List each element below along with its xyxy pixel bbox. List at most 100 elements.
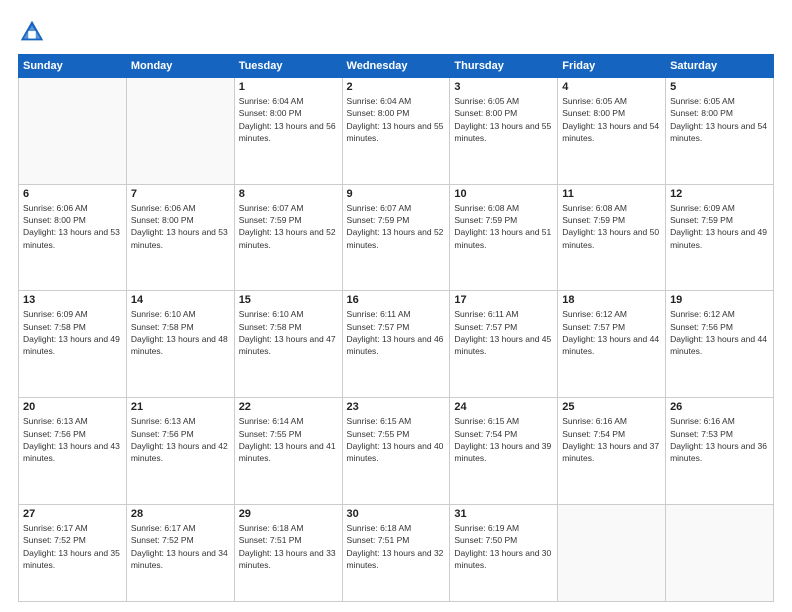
calendar-table: Sunday Monday Tuesday Wednesday Thursday… [18, 54, 774, 602]
day-info: Sunrise: 6:12 AMSunset: 7:57 PMDaylight:… [562, 308, 661, 357]
day-number: 28 [131, 508, 230, 520]
day-number: 2 [347, 81, 446, 93]
day-number: 26 [670, 401, 769, 413]
logo-icon [18, 18, 46, 46]
day-info: Sunrise: 6:15 AMSunset: 7:55 PMDaylight:… [347, 415, 446, 464]
header-thursday: Thursday [450, 55, 558, 78]
day-info: Sunrise: 6:13 AMSunset: 7:56 PMDaylight:… [23, 415, 122, 464]
day-number: 3 [454, 81, 553, 93]
day-cell: 27 Sunrise: 6:17 AMSunset: 7:52 PMDayligh… [19, 504, 127, 601]
header-sunday: Sunday [19, 55, 127, 78]
day-number: 15 [239, 294, 338, 306]
weekday-header-row: Sunday Monday Tuesday Wednesday Thursday… [19, 55, 774, 78]
logo [18, 18, 50, 46]
day-number: 10 [454, 188, 553, 200]
day-cell: 24 Sunrise: 6:15 AMSunset: 7:54 PMDayligh… [450, 398, 558, 505]
day-number: 18 [562, 294, 661, 306]
day-number: 21 [131, 401, 230, 413]
day-info: Sunrise: 6:09 AMSunset: 7:59 PMDaylight:… [670, 202, 769, 251]
day-cell: 21 Sunrise: 6:13 AMSunset: 7:56 PMDayligh… [126, 398, 234, 505]
day-cell: 5Sunrise: 6:05 AMSunset: 8:00 PMDaylight… [666, 78, 774, 185]
header [18, 18, 774, 46]
day-number: 29 [239, 508, 338, 520]
week-row-5: 27 Sunrise: 6:17 AMSunset: 7:52 PMDayligh… [19, 504, 774, 601]
day-cell: 10 Sunrise: 6:08 AMSunset: 7:59 PMDayligh… [450, 184, 558, 291]
week-row-4: 20 Sunrise: 6:13 AMSunset: 7:56 PMDayligh… [19, 398, 774, 505]
day-info: Sunrise: 6:07 AMSunset: 7:59 PMDaylight:… [239, 202, 338, 251]
day-cell: 8 Sunrise: 6:07 AMSunset: 7:59 PMDaylight… [234, 184, 342, 291]
day-cell: 29 Sunrise: 6:18 AMSunset: 7:51 PMDayligh… [234, 504, 342, 601]
day-info: Sunrise: 6:18 AMSunset: 7:51 PMDaylight:… [239, 522, 338, 571]
day-info: Sunrise: 6:05 AMSunset: 8:00 PMDaylight:… [670, 95, 769, 144]
day-cell: 18 Sunrise: 6:12 AMSunset: 7:57 PMDayligh… [558, 291, 666, 398]
day-number: 24 [454, 401, 553, 413]
day-cell [19, 78, 127, 185]
header-tuesday: Tuesday [234, 55, 342, 78]
day-info: Sunrise: 6:11 AMSunset: 7:57 PMDaylight:… [454, 308, 553, 357]
day-cell: 26 Sunrise: 6:16 AMSunset: 7:53 PMDayligh… [666, 398, 774, 505]
day-cell: 3 Sunrise: 6:05 AMSunset: 8:00 PMDaylight… [450, 78, 558, 185]
day-number: 9 [347, 188, 446, 200]
day-number: 11 [562, 188, 661, 200]
day-info: Sunrise: 6:10 AMSunset: 7:58 PMDaylight:… [131, 308, 230, 357]
day-number: 27 [23, 508, 122, 520]
week-row-3: 13 Sunrise: 6:09 AMSunset: 7:58 PMDayligh… [19, 291, 774, 398]
header-wednesday: Wednesday [342, 55, 450, 78]
day-info: Sunrise: 6:17 AMSunset: 7:52 PMDaylight:… [131, 522, 230, 571]
week-row-2: 6 Sunrise: 6:06 AMSunset: 8:00 PMDaylight… [19, 184, 774, 291]
header-friday: Friday [558, 55, 666, 78]
day-info: Sunrise: 6:08 AMSunset: 7:59 PMDaylight:… [562, 202, 661, 251]
day-cell: 1 Sunrise: 6:04 AMSunset: 8:00 PMDaylight… [234, 78, 342, 185]
day-info: Sunrise: 6:16 AMSunset: 7:53 PMDaylight:… [670, 415, 769, 464]
day-cell: 28 Sunrise: 6:17 AMSunset: 7:52 PMDayligh… [126, 504, 234, 601]
day-number: 22 [239, 401, 338, 413]
day-info: Sunrise: 6:18 AMSunset: 7:51 PMDaylight:… [347, 522, 446, 571]
day-cell: 16Sunrise: 6:11 AMSunset: 7:57 PMDayligh… [342, 291, 450, 398]
day-cell: 11 Sunrise: 6:08 AMSunset: 7:59 PMDayligh… [558, 184, 666, 291]
day-number: 14 [131, 294, 230, 306]
day-info: Sunrise: 6:14 AMSunset: 7:55 PMDaylight:… [239, 415, 338, 464]
day-info: Sunrise: 6:07 AMSunset: 7:59 PMDaylight:… [347, 202, 446, 251]
day-cell: 22 Sunrise: 6:14 AMSunset: 7:55 PMDayligh… [234, 398, 342, 505]
day-info: Sunrise: 6:09 AMSunset: 7:58 PMDaylight:… [23, 308, 122, 357]
day-info: Sunrise: 6:10 AMSunset: 7:58 PMDaylight:… [239, 308, 338, 357]
day-info: Sunrise: 6:19 AMSunset: 7:50 PMDaylight:… [454, 522, 553, 571]
day-cell: 2Sunrise: 6:04 AMSunset: 8:00 PMDaylight… [342, 78, 450, 185]
day-number: 25 [562, 401, 661, 413]
day-number: 20 [23, 401, 122, 413]
day-cell: 25 Sunrise: 6:16 AMSunset: 7:54 PMDayligh… [558, 398, 666, 505]
day-number: 16 [347, 294, 446, 306]
header-saturday: Saturday [666, 55, 774, 78]
day-info: Sunrise: 6:13 AMSunset: 7:56 PMDaylight:… [131, 415, 230, 464]
day-cell [126, 78, 234, 185]
day-cell: 31Sunrise: 6:19 AMSunset: 7:50 PMDayligh… [450, 504, 558, 601]
day-number: 6 [23, 188, 122, 200]
day-info: Sunrise: 6:04 AMSunset: 8:00 PMDaylight:… [239, 95, 338, 144]
day-info: Sunrise: 6:08 AMSunset: 7:59 PMDaylight:… [454, 202, 553, 251]
week-row-1: 1 Sunrise: 6:04 AMSunset: 8:00 PMDaylight… [19, 78, 774, 185]
day-cell: 14 Sunrise: 6:10 AMSunset: 7:58 PMDayligh… [126, 291, 234, 398]
day-cell: 7 Sunrise: 6:06 AMSunset: 8:00 PMDaylight… [126, 184, 234, 291]
day-number: 12 [670, 188, 769, 200]
header-monday: Monday [126, 55, 234, 78]
day-number: 8 [239, 188, 338, 200]
day-cell: 20 Sunrise: 6:13 AMSunset: 7:56 PMDayligh… [19, 398, 127, 505]
day-info: Sunrise: 6:15 AMSunset: 7:54 PMDaylight:… [454, 415, 553, 464]
day-number: 13 [23, 294, 122, 306]
day-info: Sunrise: 6:06 AMSunset: 8:00 PMDaylight:… [23, 202, 122, 251]
day-cell [666, 504, 774, 601]
day-cell: 13 Sunrise: 6:09 AMSunset: 7:58 PMDayligh… [19, 291, 127, 398]
day-cell [558, 504, 666, 601]
day-cell: 6 Sunrise: 6:06 AMSunset: 8:00 PMDaylight… [19, 184, 127, 291]
day-info: Sunrise: 6:05 AMSunset: 8:00 PMDaylight:… [454, 95, 553, 144]
day-number: 7 [131, 188, 230, 200]
day-info: Sunrise: 6:17 AMSunset: 7:52 PMDaylight:… [23, 522, 122, 571]
day-cell: 9 Sunrise: 6:07 AMSunset: 7:59 PMDaylight… [342, 184, 450, 291]
day-cell: 30 Sunrise: 6:18 AMSunset: 7:51 PMDayligh… [342, 504, 450, 601]
day-info: Sunrise: 6:16 AMSunset: 7:54 PMDaylight:… [562, 415, 661, 464]
day-info: Sunrise: 6:06 AMSunset: 8:00 PMDaylight:… [131, 202, 230, 251]
day-number: 1 [239, 81, 338, 93]
day-number: 30 [347, 508, 446, 520]
day-cell: 19Sunrise: 6:12 AMSunset: 7:56 PMDayligh… [666, 291, 774, 398]
day-number: 23 [347, 401, 446, 413]
